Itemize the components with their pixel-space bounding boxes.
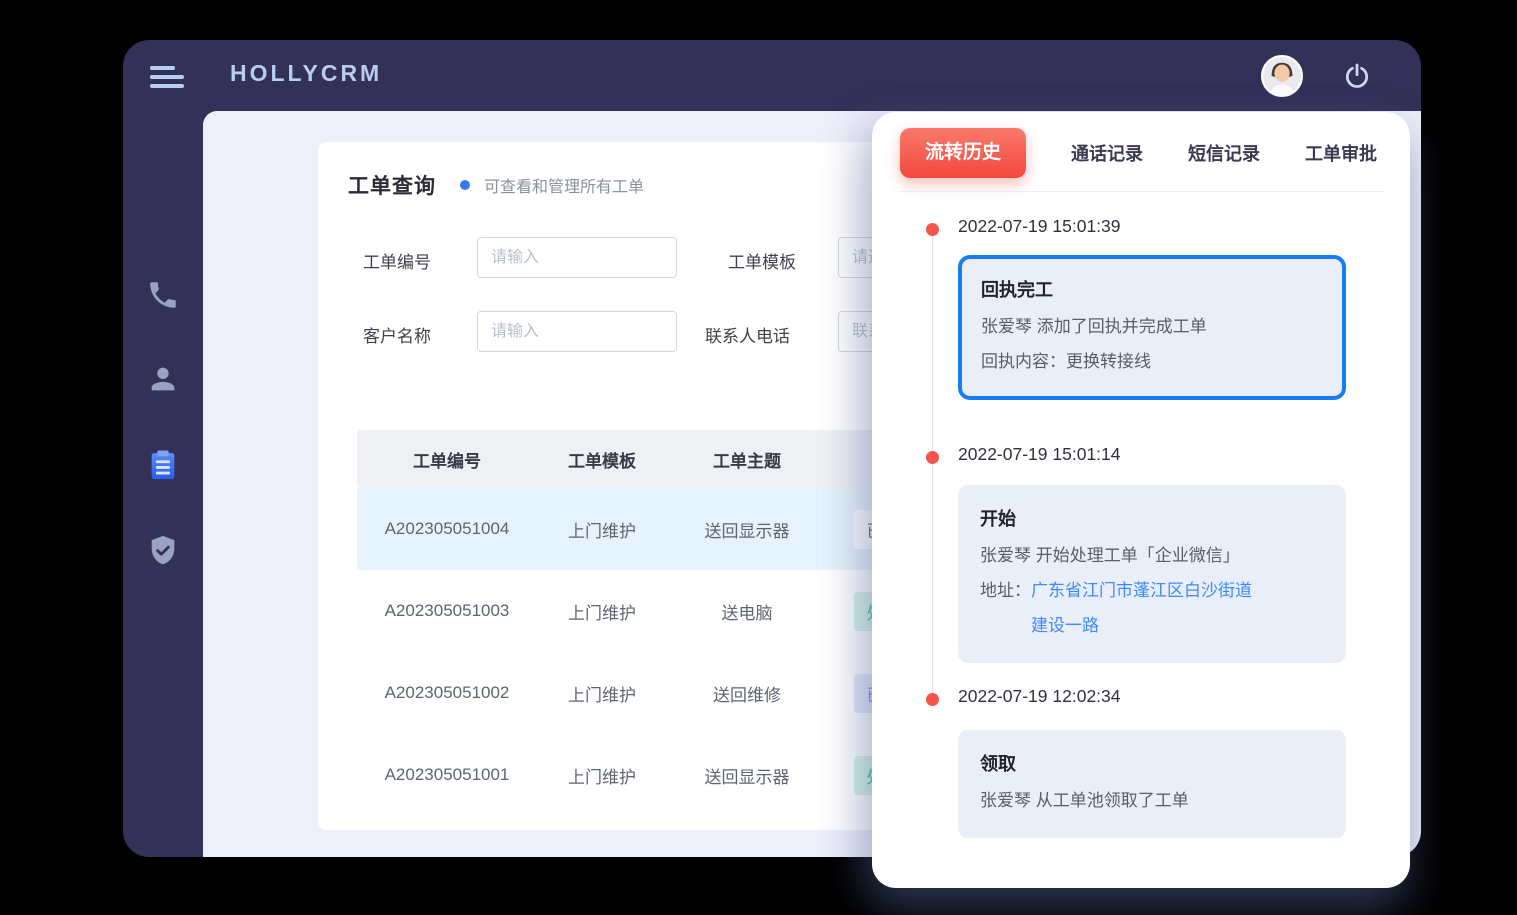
contacts-icon (146, 362, 180, 396)
timeline-card[interactable]: 回执完工张爱琴 添加了回执并完成工单回执内容：更换转接线 (958, 255, 1346, 400)
cell-template: 上门维护 (537, 517, 667, 542)
filter-label-customer: 客户名称 (363, 322, 431, 347)
timeline-card-text: 回执内容：更换转接线 (981, 344, 1323, 379)
cell-subject: 送回显示器 (667, 517, 827, 542)
col-header-order-id: 工单编号 (357, 447, 537, 472)
phone-icon (146, 278, 180, 312)
cell-id: A202305051003 (357, 601, 537, 621)
timeline-time: 2022-07-19 12:02:34 (958, 686, 1121, 707)
customer-name-input[interactable] (477, 311, 677, 352)
menu-icon[interactable] (150, 66, 188, 88)
order-id-input[interactable] (477, 237, 677, 278)
cell-subject: 送回维修 (667, 681, 827, 706)
sidebar-item-security[interactable] (146, 533, 180, 567)
cell-subject: 送回显示器 (667, 763, 827, 788)
col-header-template: 工单模板 (537, 447, 667, 472)
timeline-address-row: 地址：广东省江门市蓬江区白沙街道建设一路 (980, 573, 1324, 643)
avatar[interactable] (1261, 55, 1303, 97)
timeline-card-title: 领取 (980, 750, 1324, 776)
address-link[interactable]: 广东省江门市蓬江区白沙街道建设一路 (1031, 573, 1263, 643)
page-subtitle: 可查看和管理所有工单 (484, 173, 644, 197)
timeline-card: 开始张爱琴 开始处理工单「企业微信」地址：广东省江门市蓬江区白沙街道建设一路 (958, 485, 1346, 663)
filter-label-template: 工单模板 (728, 248, 796, 273)
filter-label-contact-phone: 联系人电话 (705, 322, 790, 347)
sidebar-item-contacts[interactable] (146, 362, 180, 396)
cell-subject: 送电脑 (667, 599, 827, 624)
timeline-card-title: 回执完工 (981, 276, 1323, 302)
cell-id: A202305051002 (357, 683, 537, 703)
timeline-dot-icon (926, 693, 939, 706)
timeline-card-title: 开始 (980, 505, 1324, 531)
cell-template: 上门维护 (537, 763, 667, 788)
page-title: 工单查询 (348, 170, 436, 200)
sidebar-item-work-orders[interactable] (146, 448, 180, 482)
cell-template: 上门维护 (537, 681, 667, 706)
timeline-connector (932, 232, 933, 700)
timeline-dot-icon (926, 223, 939, 236)
security-icon (146, 533, 180, 567)
subtitle-dot-icon (460, 180, 470, 190)
history-timeline: 2022-07-19 15:01:39 回执完工张爱琴 添加了回执并完成工单回执内… (872, 112, 1410, 888)
sidebar-item-phone[interactable] (146, 278, 180, 312)
stage: HOLLYCRM (0, 0, 1517, 915)
avatar-photo (1263, 57, 1301, 95)
timeline-dot-icon (926, 451, 939, 464)
timeline-card: 领取张爱琴 从工单池领取了工单 (958, 730, 1346, 838)
card-title-row: 工单查询 可查看和管理所有工单 (348, 170, 644, 200)
cell-id: A202305051004 (357, 519, 537, 539)
app-logo: HOLLYCRM (230, 60, 382, 87)
cell-template: 上门维护 (537, 599, 667, 624)
timeline-card-text: 张爱琴 添加了回执并完成工单 (981, 309, 1323, 344)
filter-label-order-id: 工单编号 (363, 248, 431, 273)
work-orders-icon (146, 448, 180, 482)
address-label: 地址： (980, 573, 1031, 643)
sidebar (123, 111, 203, 857)
cell-id: A202305051001 (357, 765, 537, 785)
timeline-card-text: 张爱琴 从工单池领取了工单 (980, 783, 1324, 818)
timeline-time: 2022-07-19 15:01:14 (958, 444, 1121, 465)
timeline-time: 2022-07-19 15:01:39 (958, 216, 1121, 237)
power-icon[interactable] (1343, 62, 1371, 90)
col-header-subject: 工单主题 (667, 447, 827, 472)
detail-panel: 流转历史通话记录短信记录工单审批 2022-07-19 15:01:39回执完工… (872, 112, 1410, 888)
timeline-card-text: 张爱琴 开始处理工单「企业微信」 (980, 538, 1324, 573)
top-header: HOLLYCRM (123, 40, 1421, 111)
